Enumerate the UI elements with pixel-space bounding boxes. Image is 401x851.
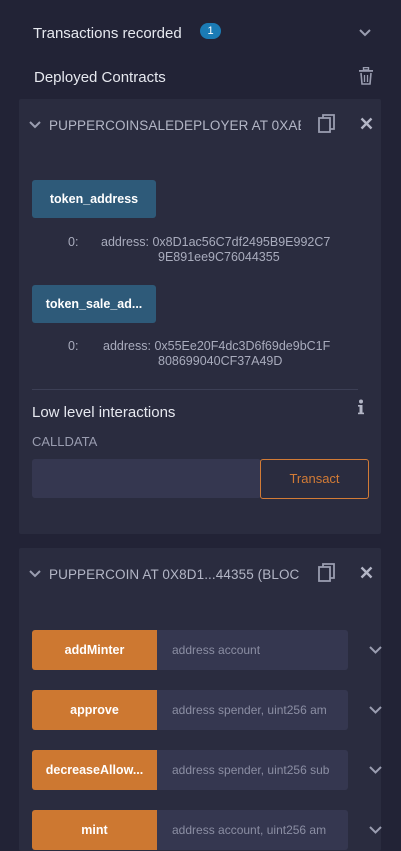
output-index: 0: — [68, 235, 79, 249]
deployed-contracts-label: Deployed Contracts — [34, 69, 166, 86]
chevron-down-icon[interactable] — [29, 568, 41, 580]
approve-input[interactable]: address spender, uint256 am — [157, 690, 348, 730]
trash-icon[interactable] — [358, 67, 374, 85]
token-address-output: address: 0x8D1ac56C7df2495B9E992C7 9E891… — [101, 235, 330, 265]
chevron-down-icon[interactable] — [369, 824, 382, 836]
divider — [32, 389, 358, 390]
copy-icon[interactable] — [318, 114, 336, 134]
token-sale-address-button[interactable]: token_sale_ad... — [32, 285, 156, 323]
function-row-approve: approve address spender, uint256 am — [32, 690, 382, 730]
chevron-down-icon[interactable] — [369, 644, 382, 656]
transactions-count-badge: 1 — [200, 23, 221, 39]
copy-icon[interactable] — [318, 563, 336, 583]
function-row-mint: mint address account, uint256 am — [32, 810, 382, 850]
addminter-input[interactable]: address account — [157, 630, 348, 670]
output-index: 0: — [68, 339, 79, 353]
contract-panel-deployer: PUPPERCOINSALEDEPLOYER AT 0XAB token_add… — [19, 99, 381, 534]
token-sale-address-output: address: 0x55Ee20F4dc3D6f69de9bC1F 80869… — [103, 339, 330, 369]
output-value-line1: 0x55Ee20F4dc3D6f69de9bC1F — [154, 339, 331, 353]
decreaseallowance-button[interactable]: decreaseAllow... — [32, 750, 157, 790]
close-icon[interactable] — [360, 117, 373, 130]
close-icon[interactable] — [360, 566, 373, 579]
contract-header[interactable]: PUPPERCOIN AT 0X8D1...44355 (BLOC — [19, 548, 381, 600]
addminter-button[interactable]: addMinter — [32, 630, 157, 670]
mint-input[interactable]: address account, uint256 am — [157, 810, 348, 850]
low-level-interactions-title: Low level interactions — [32, 404, 176, 421]
decreaseallowance-input[interactable]: address spender, uint256 sub — [157, 750, 348, 790]
token-address-button[interactable]: token_address — [32, 180, 156, 218]
output-type: address: — [103, 339, 151, 353]
output-type: address: — [101, 235, 149, 249]
contract-title: PUPPERCOIN AT 0X8D1...44355 (BLOC — [49, 567, 300, 582]
info-icon[interactable] — [357, 399, 365, 415]
calldata-input[interactable] — [32, 459, 261, 498]
output-value-line2: 808699040CF37A49D — [158, 354, 283, 368]
chevron-down-icon[interactable] — [358, 26, 372, 40]
output-value-line2: 9E891ee9C76044355 — [158, 250, 280, 264]
calldata-label: CALLDATA — [32, 434, 98, 449]
function-row-decreaseallowance: decreaseAllow... address spender, uint25… — [32, 750, 382, 790]
contract-header[interactable]: PUPPERCOINSALEDEPLOYER AT 0XAB — [19, 99, 381, 151]
transactions-recorded-label: Transactions recorded — [33, 25, 182, 42]
function-row-addminter: addMinter address account — [32, 630, 382, 670]
chevron-down-icon[interactable] — [29, 119, 41, 131]
mint-button[interactable]: mint — [32, 810, 157, 850]
chevron-down-icon[interactable] — [369, 704, 382, 716]
transactions-recorded-row[interactable]: Transactions recorded 1 — [0, 18, 401, 48]
transact-button[interactable]: Transact — [260, 459, 369, 499]
output-value-line1: 0x8D1ac56C7df2495B9E992C7 — [152, 235, 331, 249]
chevron-down-icon[interactable] — [369, 764, 382, 776]
approve-button[interactable]: approve — [32, 690, 157, 730]
contract-title: PUPPERCOINSALEDEPLOYER AT 0XAB — [49, 118, 301, 133]
contract-panel-puppercoin: PUPPERCOIN AT 0X8D1...44355 (BLOC addMin… — [19, 548, 382, 851]
deployed-contracts-row: Deployed Contracts — [0, 62, 401, 92]
